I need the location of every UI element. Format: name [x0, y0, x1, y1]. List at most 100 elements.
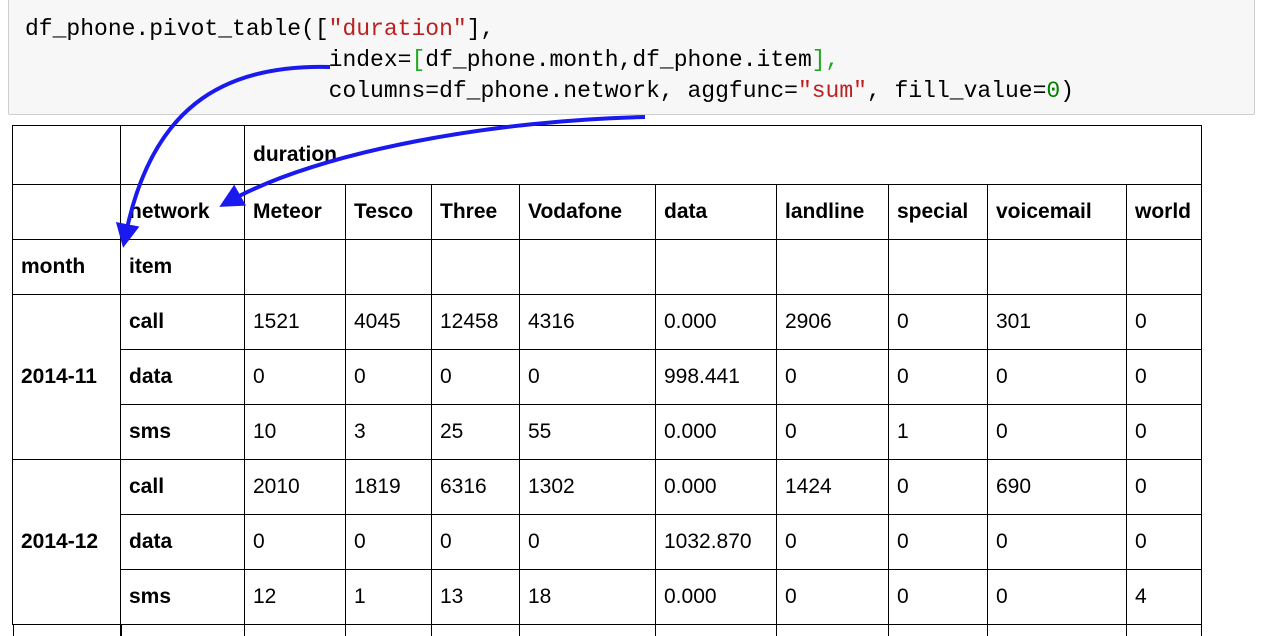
column-header: voicemail: [987, 184, 1127, 240]
index-name-item: item: [120, 239, 245, 295]
value-cell: 18: [519, 569, 656, 625]
value-cell: 0: [519, 514, 656, 570]
value-cell: 1819: [345, 459, 432, 515]
header-cell-empty: [345, 239, 432, 295]
header-row-top: duration: [12, 125, 1202, 185]
value-cell: 1302: [519, 459, 656, 515]
column-header: data: [655, 184, 777, 240]
index-name-month: month: [12, 239, 121, 295]
code-bracket: ],: [811, 47, 840, 73]
value-cell: 0: [987, 514, 1127, 570]
item-index-cell: sms: [120, 569, 245, 625]
header-row-index-names: month item: [12, 239, 1202, 295]
value-cell: 1032.870: [655, 514, 777, 570]
code-token: ],: [466, 16, 495, 42]
header-row-columns: network Meteor Tesco Three Vodafone data land…: [12, 184, 1202, 240]
value-cell: 0: [1126, 349, 1202, 405]
value-cell: 6316: [431, 459, 520, 515]
value-cell: 4: [1126, 569, 1202, 625]
value-cell: 0: [987, 404, 1127, 460]
header-cell-empty: [888, 239, 988, 295]
code-number: 0: [1046, 78, 1061, 104]
code-token: [: [314, 16, 329, 42]
code-token: columns=df_phone.network, aggfunc=: [25, 78, 798, 104]
value-cell: 0: [244, 514, 346, 570]
value-cell: 0: [345, 349, 432, 405]
value-cell: 2906: [776, 294, 889, 350]
value-cell: 12458: [431, 294, 520, 350]
table-row: sms 10 3 25 55 0.000 0 1 0 0: [13, 404, 1202, 460]
code-string: "duration": [328, 16, 467, 42]
value-cell: 0: [431, 514, 520, 570]
header-cell-empty: [12, 184, 121, 240]
value-cell: 0: [519, 349, 656, 405]
code-token: df_phone.month,df_phone.item: [425, 47, 812, 73]
value-cell: 0: [888, 294, 988, 350]
value-cell: 0: [987, 569, 1127, 625]
column-header: Vodafone: [519, 184, 656, 240]
value-cell: 4316: [519, 294, 656, 350]
value-cell: 0: [776, 404, 889, 460]
value-cell: 998.441: [655, 349, 777, 405]
column-header: Tesco: [345, 184, 432, 240]
value-cell: 12: [244, 569, 346, 625]
value-cell: 4045: [345, 294, 432, 350]
value-cell: 0: [888, 459, 988, 515]
month-index-cell: 2014-11: [12, 294, 121, 460]
column-header: special: [888, 184, 988, 240]
value-cell: 0: [244, 349, 346, 405]
header-cell-empty: [1126, 239, 1202, 295]
value-cell: 301: [987, 294, 1127, 350]
item-index-cell: data: [120, 514, 245, 570]
value-cell: 1521: [244, 294, 346, 350]
table-row: 2014-12 call 2010 1819 6316 1302 0.000 1424 0 690…: [12, 459, 1202, 625]
value-cell: 0: [1126, 404, 1202, 460]
code-bracket: [: [411, 47, 426, 73]
item-index-cell: data: [120, 349, 245, 405]
code-token: ): [1060, 78, 1075, 104]
header-cell-empty: [431, 239, 520, 295]
header-cell-empty: [244, 239, 346, 295]
value-cell: 0: [1126, 514, 1202, 570]
value-cell: 0: [987, 349, 1127, 405]
item-index-cell: sms: [120, 404, 245, 460]
code-editor[interactable]: df_phone.pivot_table(["duration"], index…: [25, 14, 1074, 107]
value-cell: 0: [1126, 294, 1202, 350]
value-cell: 0: [431, 349, 520, 405]
value-cell: 690: [987, 459, 1127, 515]
value-cell: 0: [345, 514, 432, 570]
month-index-cell: 2014-12: [12, 459, 121, 625]
column-header: Three: [431, 184, 520, 240]
item-index-cell: call: [120, 459, 245, 515]
header-cell-empty: [519, 239, 656, 295]
value-cell: 0: [776, 349, 889, 405]
table-row: sms 12 1 13 18 0.000 0 0 0 4: [13, 569, 1202, 625]
column-header: landline: [776, 184, 889, 240]
value-cell: 13: [431, 569, 520, 625]
value-cell: 0.000: [655, 459, 777, 515]
value-cell: 0.000: [655, 569, 777, 625]
columns-name-network: network: [120, 184, 245, 240]
value-cell: 25: [431, 404, 520, 460]
code-string: "sum": [797, 78, 867, 104]
value-cell: 10: [244, 404, 346, 460]
table-row: data 0 0 0 0 998.441 0 0 0 0: [13, 349, 1202, 405]
table-row: data 0 0 0 0 1032.870 0 0 0 0: [13, 514, 1202, 570]
column-group-duration: duration: [244, 125, 1202, 185]
item-index-cell: call: [120, 294, 245, 350]
value-cell: 1424: [776, 459, 889, 515]
value-cell: 0: [1126, 459, 1202, 515]
header-cell-empty: [987, 239, 1127, 295]
column-header: world: [1126, 184, 1202, 240]
code-cell[interactable]: df_phone.pivot_table(["duration"], index…: [8, 0, 1255, 115]
header-cell-empty: [776, 239, 889, 295]
code-token: index=: [25, 47, 412, 73]
code-token: df_phone.pivot_table(: [25, 16, 315, 42]
table-continuation: [12, 624, 1253, 636]
table-body: 2014-11 call 1521 4045 12458 4316 0.000 2906 0 30…: [12, 294, 1202, 625]
value-cell: 55: [519, 404, 656, 460]
value-cell: 2010: [244, 459, 346, 515]
column-header: Meteor: [244, 184, 346, 240]
value-cell: 0.000: [655, 294, 777, 350]
value-cell: 0: [776, 514, 889, 570]
